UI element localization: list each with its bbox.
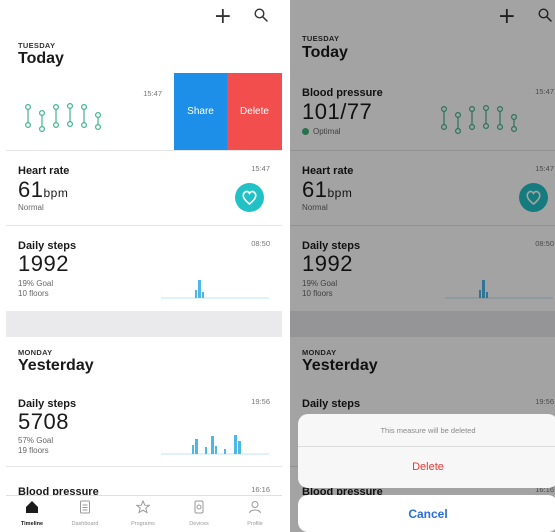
cancel-label: Cancel — [408, 507, 448, 521]
tab-label: Timeline — [20, 521, 44, 527]
timeline-screen-delete-confirm: + TUESDAY Today Blood pressure 15:47 101… — [290, 0, 555, 532]
tab-label: Devices — [189, 521, 209, 527]
heart-rate-status: Normal — [18, 203, 44, 212]
search-icon[interactable] — [254, 8, 268, 27]
heart-icon — [235, 183, 264, 212]
tab-label: Programs — [131, 521, 155, 527]
watch-icon — [194, 500, 204, 514]
card-title: Heart rate — [18, 165, 70, 177]
dashboard-icon — [80, 500, 90, 514]
add-button[interactable]: + — [214, 4, 232, 29]
tab-bar: Timeline Dashboard Programs Devices Prof… — [6, 495, 282, 532]
day-title: Today — [18, 50, 64, 67]
steps-value: 5708 — [18, 409, 69, 434]
tab-label: Dashboard — [71, 521, 99, 527]
card-time: 08:50 — [251, 239, 270, 248]
delete-confirm-sheet: This measure will be deleted Delete — [298, 414, 555, 488]
tab-profile[interactable]: Profile — [232, 500, 278, 527]
tab-timeline[interactable]: Timeline — [9, 500, 55, 527]
profile-icon — [249, 501, 261, 514]
steps-histogram — [161, 435, 269, 455]
steps-goal: 57% Goal — [18, 436, 54, 445]
tab-label: Profile — [247, 521, 263, 527]
card-time: 19:56 — [251, 397, 270, 406]
day-title: Yesterday — [18, 357, 94, 374]
day-header-yesterday: MONDAY Yesterday — [6, 337, 282, 379]
steps-value: 1992 — [18, 251, 69, 276]
share-action-button[interactable]: Share — [174, 73, 227, 150]
steps-histogram — [161, 280, 269, 299]
star-icon — [135, 499, 151, 514]
heart-rate-value: 61bpm — [18, 177, 69, 202]
heart-rate-card[interactable]: Heart rate 15:47 61bpm Normal — [6, 150, 282, 225]
daily-steps-card-today[interactable]: Daily steps 08:50 1992 19% Goal 10 floor… — [6, 225, 282, 311]
tab-devices[interactable]: Devices — [176, 500, 222, 527]
tab-dashboard[interactable]: Dashboard — [62, 500, 108, 527]
steps-floors: 19 floors — [18, 446, 49, 455]
swiped-measure-card[interactable]: 15:47 Share Delete — [6, 73, 282, 150]
confirm-delete-button[interactable]: Delete — [298, 447, 555, 488]
cancel-button[interactable]: Cancel — [298, 495, 555, 532]
day-header-today: TUESDAY Today — [6, 37, 282, 73]
section-separator — [6, 311, 282, 337]
steps-goal: 19% Goal — [18, 279, 54, 288]
unit-label: bpm — [43, 186, 69, 200]
home-icon — [26, 501, 38, 513]
card-time: 16:16 — [251, 485, 270, 494]
day-weekday: TUESDAY — [18, 41, 56, 50]
card-time: 15:47 — [251, 164, 270, 173]
top-toolbar: + — [6, 0, 282, 37]
timeline-screen-swiped: + TUESDAY Today 15:47 Share Delete Heart… — [6, 0, 282, 532]
daily-steps-card-yesterday[interactable]: Daily steps 19:56 5708 57% Goal 19 floor… — [6, 379, 282, 466]
tab-programs[interactable]: Programs — [120, 499, 166, 527]
delete-action-button[interactable]: Delete — [227, 73, 282, 150]
blood-pressure-sparkline — [24, 103, 101, 133]
steps-floors: 10 floors — [18, 289, 49, 298]
day-weekday: MONDAY — [18, 348, 53, 357]
card-time: 15:47 — [143, 89, 162, 98]
sheet-message: This measure will be deleted — [298, 414, 555, 447]
